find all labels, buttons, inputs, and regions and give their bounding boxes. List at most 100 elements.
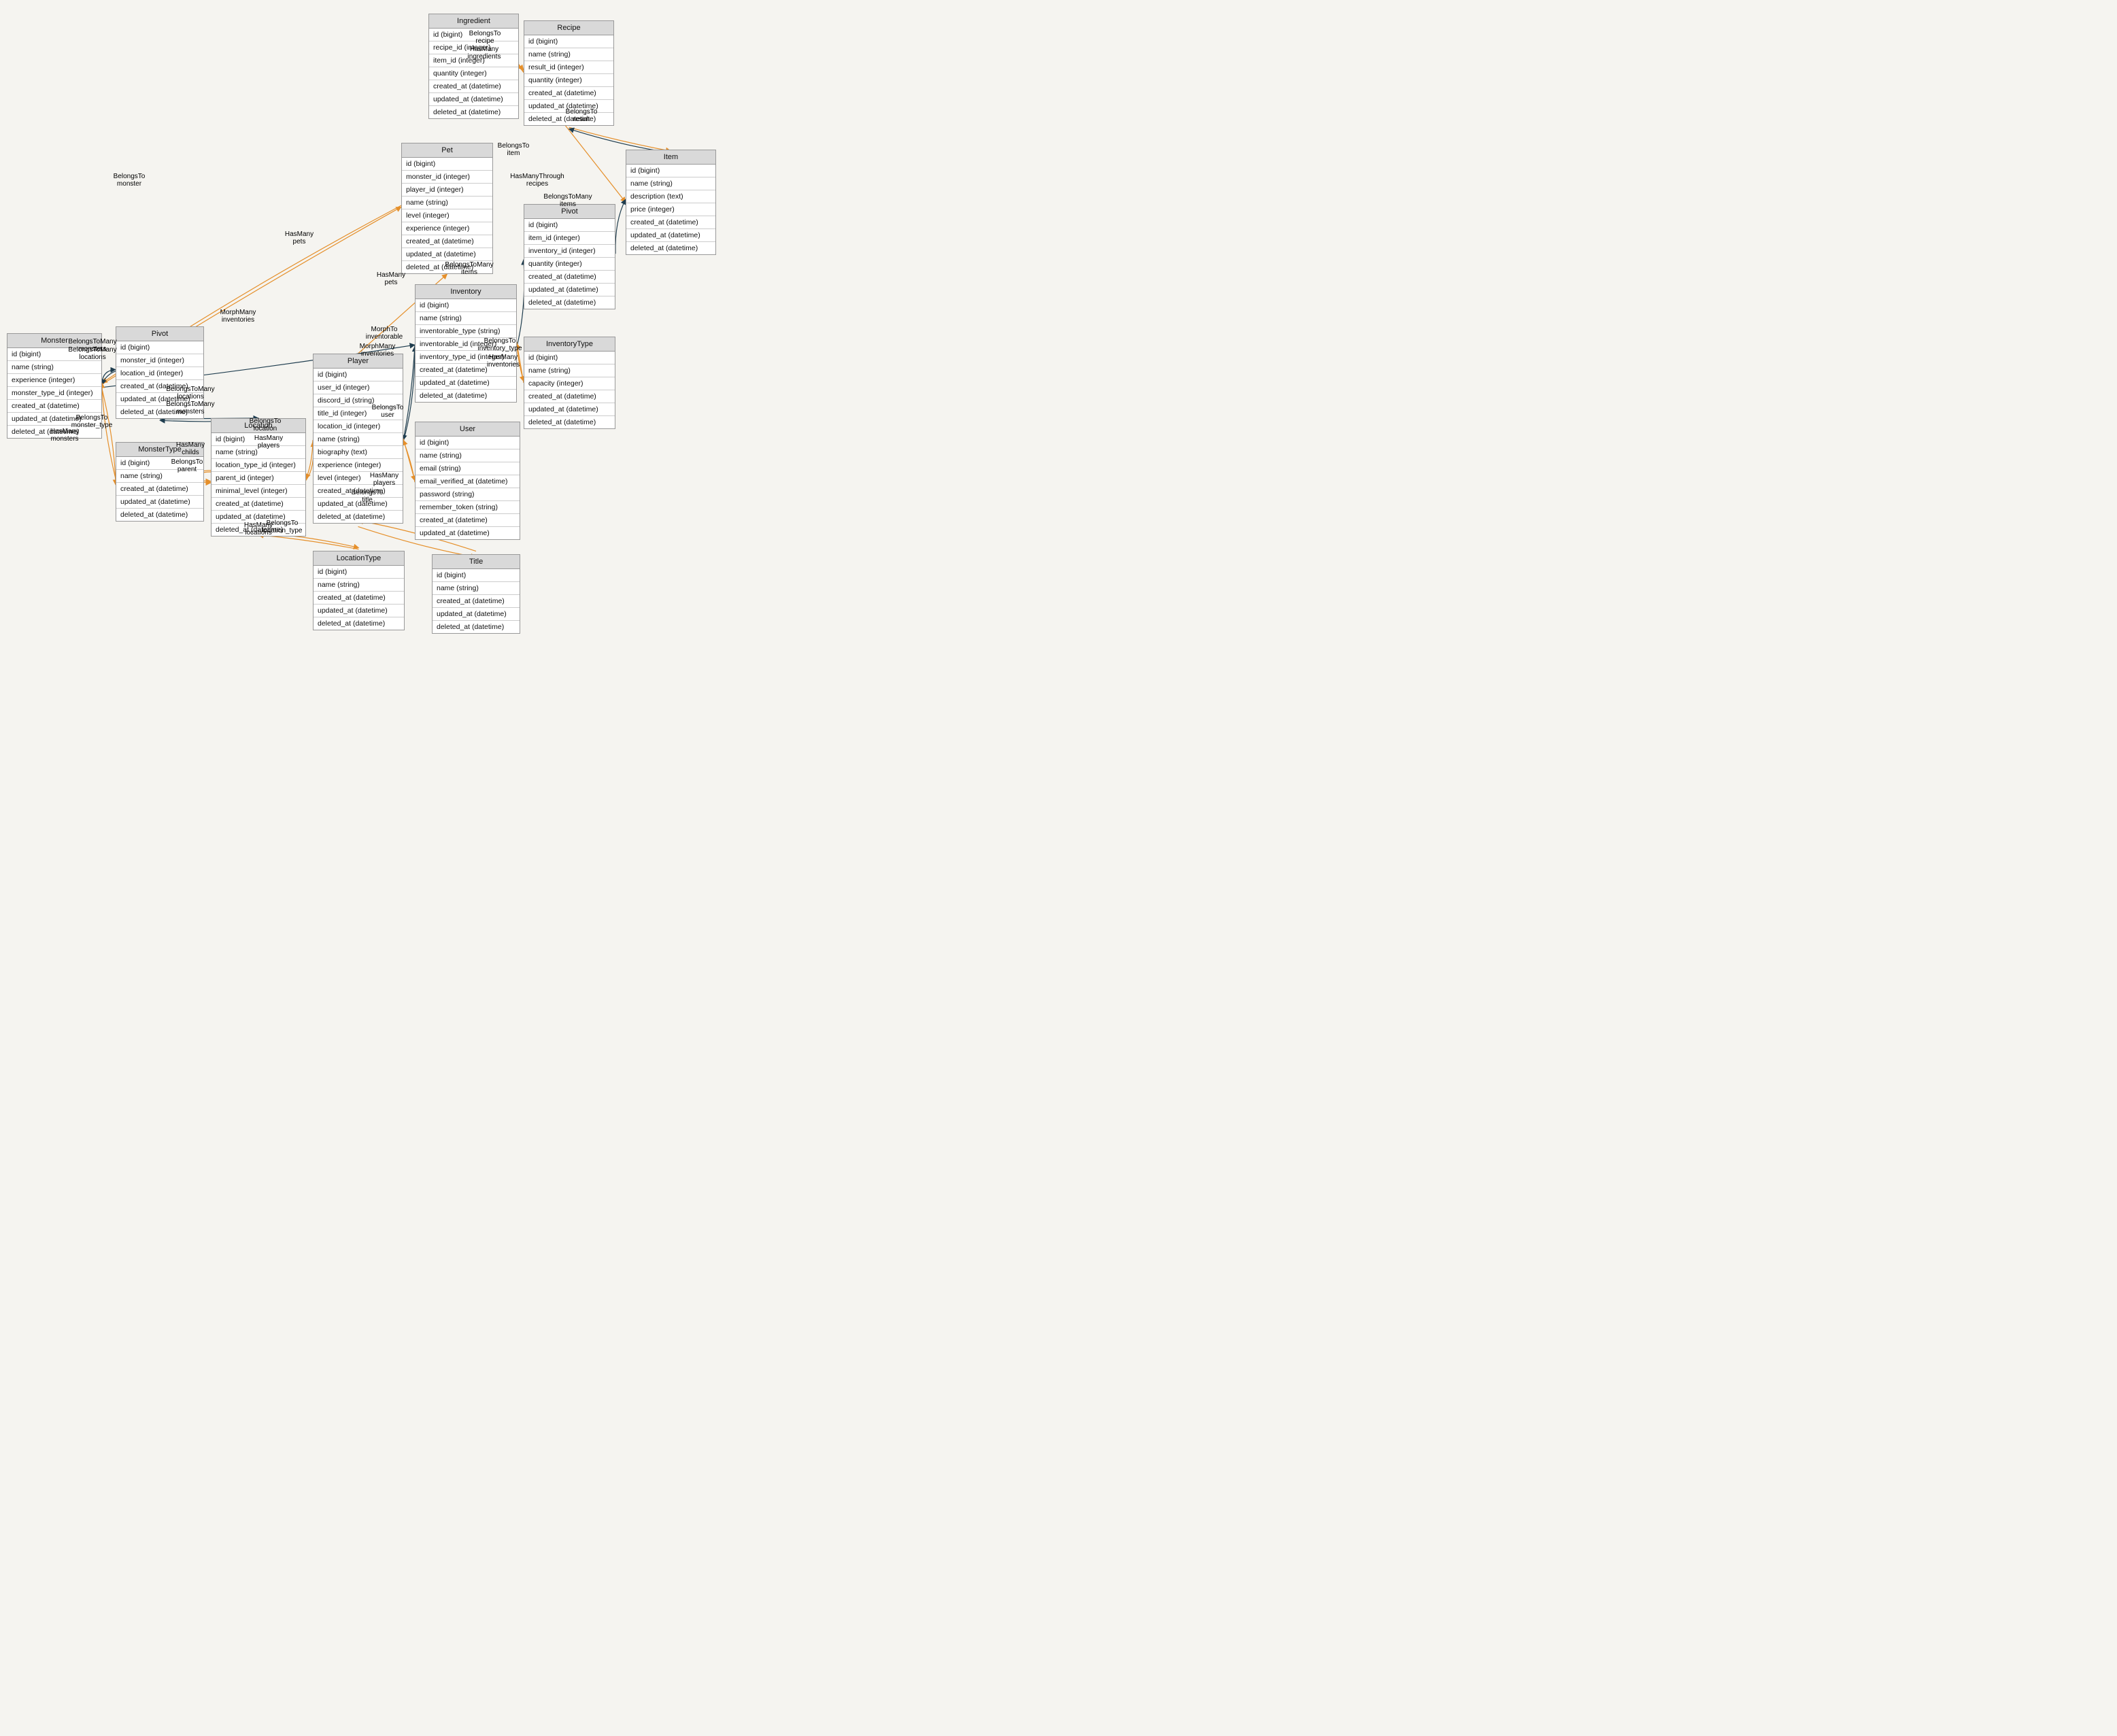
entity-attribute: experience (integer) — [402, 222, 492, 235]
entity-attribute: updated_at (datetime) — [116, 393, 203, 406]
entity-attribute: id (bigint) — [416, 299, 516, 312]
entity-attribute: id (bigint) — [402, 158, 492, 171]
entity-item[interactable]: Itemid (bigint)name (string)description … — [626, 150, 716, 255]
entity-attribute: quantity (integer) — [524, 74, 613, 87]
entity-ingredient[interactable]: Ingredientid (bigint)recipe_id (integer)… — [428, 14, 519, 119]
entity-title: User — [416, 422, 520, 437]
entity-attribute: name (string) — [416, 449, 520, 462]
entity-attribute: name (string) — [211, 446, 305, 459]
relationship-label: HasManypets — [285, 231, 314, 245]
entity-attribute: updated_at (datetime) — [524, 403, 615, 416]
entity-attribute: item_id (integer) — [429, 54, 518, 67]
entity-monster[interactable]: Monsterid (bigint)name (string)experienc… — [7, 333, 102, 439]
entity-title: Pivot — [116, 327, 203, 341]
entity-attribute: updated_at (datetime) — [416, 527, 520, 539]
entity-attribute: deleted_at (datetime) — [7, 426, 101, 438]
entity-attribute: inventory_id (integer) — [524, 245, 615, 258]
entity-title: Pivot — [524, 205, 615, 219]
entity-attribute: capacity (integer) — [524, 377, 615, 390]
entity-attribute: id (bigint) — [433, 569, 520, 582]
entity-attribute: id (bigint) — [314, 566, 404, 579]
entity-attribute: updated_at (datetime) — [626, 229, 715, 242]
entity-attribute: id (bigint) — [524, 35, 613, 48]
entity-attribute: created_at (datetime) — [7, 400, 101, 413]
entity-attribute: user_id (integer) — [314, 381, 403, 394]
entity-attribute: name (string) — [116, 470, 203, 483]
entity-attribute: inventorable_type (string) — [416, 325, 516, 338]
entity-attribute: created_at (datetime) — [211, 498, 305, 511]
relationship-edge — [306, 440, 313, 479]
entity-attribute: id (bigint) — [524, 352, 615, 364]
entity-title: InventoryType — [524, 337, 615, 352]
entity-attribute: created_at (datetime) — [626, 216, 715, 229]
entity-attribute: email (string) — [416, 462, 520, 475]
er-diagram-canvas: Ingredientid (bigint)recipe_id (integer)… — [0, 0, 830, 680]
entity-attribute: location_id (integer) — [314, 420, 403, 433]
entity-attribute: updated_at (datetime) — [416, 377, 516, 390]
entity-attribute: deleted_at (datetime) — [116, 406, 203, 418]
entity-attribute: updated_at (datetime) — [211, 511, 305, 524]
entity-inventory[interactable]: Inventoryid (bigint)name (string)invento… — [415, 284, 517, 403]
entity-attribute: deleted_at (datetime) — [429, 106, 518, 118]
entity-monstertype[interactable]: MonsterTypeid (bigint)name (string)creat… — [116, 442, 204, 522]
entity-attribute: deleted_at (datetime) — [433, 621, 520, 633]
entity-locationtype[interactable]: LocationTypeid (bigint)name (string)crea… — [313, 551, 405, 630]
relationship-edge — [403, 440, 415, 482]
entity-attribute: inventory_type_id (integer) — [416, 351, 516, 364]
entity-attribute: id (bigint) — [211, 433, 305, 446]
entity-attribute: deleted_at (datetime) — [116, 509, 203, 521]
entity-title: Player — [314, 354, 403, 369]
entity-attribute: name (string) — [626, 177, 715, 190]
entity-attribute: updated_at (datetime) — [116, 496, 203, 509]
entity-attribute: updated_at (datetime) — [433, 608, 520, 621]
entity-attribute: deleted_at (datetime) — [402, 261, 492, 273]
entity-attribute: name (string) — [314, 579, 404, 592]
entity-attribute: created_at (datetime) — [524, 87, 613, 100]
entity-attribute: item_id (integer) — [524, 232, 615, 245]
relationship-edge — [102, 370, 116, 384]
entity-pet[interactable]: Petid (bigint)monster_id (integer)player… — [401, 143, 493, 274]
entity-attribute: email_verified_at (datetime) — [416, 475, 520, 488]
entity-user[interactable]: Userid (bigint)name (string)email (strin… — [415, 422, 520, 540]
entity-player[interactable]: Playerid (bigint)user_id (integer)discor… — [313, 354, 403, 524]
entity-attribute: created_at (datetime) — [416, 514, 520, 527]
relationship-edge — [403, 439, 415, 481]
entity-recipe[interactable]: Recipeid (bigint)name (string)result_id … — [524, 20, 614, 126]
entity-attribute: deleted_at (datetime) — [524, 416, 615, 428]
entity-attribute: location_id (integer) — [116, 367, 203, 380]
entity-attribute: experience (integer) — [314, 459, 403, 472]
entity-pivot[interactable]: Pivotid (bigint)monster_id (integer)loca… — [116, 326, 204, 419]
entity-attribute: created_at (datetime) — [524, 390, 615, 403]
entity-attribute: name (string) — [416, 312, 516, 325]
entity-attribute: name (string) — [314, 433, 403, 446]
entity-attribute: result_id (integer) — [524, 61, 613, 74]
entity-attribute: password (string) — [416, 488, 520, 501]
entity-attribute: id (bigint) — [416, 437, 520, 449]
entity-inventorytype[interactable]: InventoryTypeid (bigint)name (string)cap… — [524, 337, 615, 429]
relationship-edge — [102, 371, 116, 385]
entity-attribute: updated_at (datetime) — [524, 284, 615, 296]
entity-attribute: discord_id (string) — [314, 394, 403, 407]
entity-attribute: player_id (integer) — [402, 184, 492, 197]
relationship-edge — [258, 535, 359, 549]
relationship-edge — [615, 199, 626, 254]
entity-attribute: minimal_level (integer) — [211, 485, 305, 498]
entity-attribute: updated_at (datetime) — [402, 248, 492, 261]
entity-attribute: location_type_id (integer) — [211, 459, 305, 472]
entity-title: Recipe — [524, 21, 613, 35]
entity-attribute: quantity (integer) — [524, 258, 615, 271]
entity-attribute: deleted_at (datetime) — [416, 390, 516, 402]
entity-title[interactable]: Titleid (bigint)name (string)created_at … — [432, 554, 520, 634]
entity-attribute: id (bigint) — [626, 165, 715, 177]
entity-attribute: name (string) — [433, 582, 520, 595]
entity-attribute: title_id (integer) — [314, 407, 403, 420]
entity-attribute: level (integer) — [402, 209, 492, 222]
entity-attribute: name (string) — [7, 361, 101, 374]
entity-location[interactable]: Locationid (bigint)name (string)location… — [211, 418, 306, 537]
entity-attribute: description (text) — [626, 190, 715, 203]
entity-title: Inventory — [416, 285, 516, 299]
entity-attribute: monster_id (integer) — [402, 171, 492, 184]
entity-attribute: updated_at (datetime) — [314, 498, 403, 511]
entity-attribute: id (bigint) — [429, 29, 518, 41]
entity-pivot[interactable]: Pivotid (bigint)item_id (integer)invento… — [524, 204, 615, 309]
